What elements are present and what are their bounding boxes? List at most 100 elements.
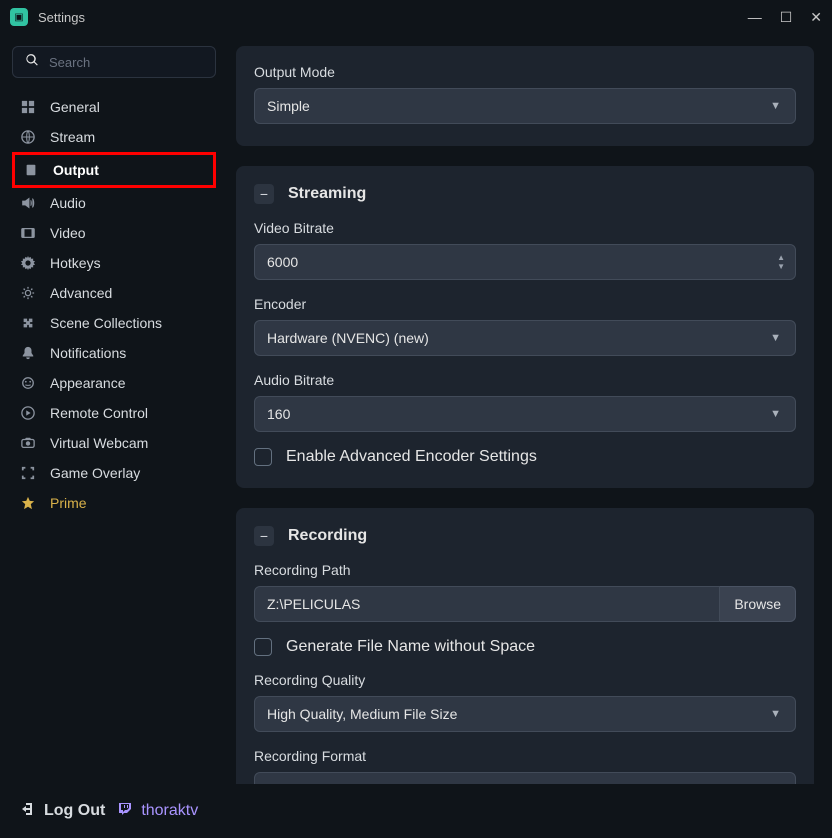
titlebar: ▣ Settings — ☐ ✕	[0, 0, 832, 34]
video-bitrate-value: 6000	[267, 254, 298, 270]
logout-label: Log Out	[44, 802, 105, 820]
browse-button[interactable]: Browse	[720, 586, 796, 622]
titlebar-left: ▣ Settings	[10, 8, 85, 26]
sidebar-item-label: Prime	[50, 495, 87, 511]
sidebar-item-label: Output	[53, 162, 99, 178]
recording-quality-select[interactable]: High Quality, Medium File Size ▼	[254, 696, 796, 732]
sidebar-item-label: Game Overlay	[50, 465, 140, 481]
recording-path-label: Recording Path	[254, 562, 796, 578]
search-icon	[25, 53, 39, 72]
camera-icon	[20, 436, 36, 450]
volume-icon	[20, 196, 36, 210]
output-mode-select[interactable]: Simple ▼	[254, 88, 796, 124]
sidebar-footer: Log Out thoraktv	[0, 784, 832, 838]
logout-icon	[20, 801, 36, 822]
sidebar-item-label: Video	[50, 225, 86, 241]
recording-format-label: Recording Format	[254, 748, 796, 764]
output-icon	[23, 163, 39, 177]
panel-title-recording: Recording	[288, 527, 367, 545]
star-icon	[20, 496, 36, 510]
panel-output-mode: Output Mode Simple ▼	[236, 46, 814, 146]
sidebar-item-audio[interactable]: Audio	[12, 188, 216, 218]
bell-icon	[20, 346, 36, 360]
advanced-encoder-checkbox[interactable]	[254, 448, 272, 466]
number-spinner[interactable]: ▲▼	[777, 254, 785, 271]
panel-recording: − Recording Recording Path Z:\PELICULAS …	[236, 508, 814, 784]
twitch-icon	[117, 801, 133, 822]
chevron-down-icon: ▼	[770, 332, 781, 344]
chevron-down-icon: ▼	[770, 708, 781, 720]
user-button[interactable]: thoraktv	[117, 801, 198, 822]
audio-bitrate-label: Audio Bitrate	[254, 372, 796, 388]
filename-nospace-checkbox[interactable]	[254, 638, 272, 656]
search-input[interactable]	[49, 55, 225, 70]
gear-icon	[20, 256, 36, 270]
filename-nospace-label: Generate File Name without Space	[286, 638, 535, 656]
puzzle-icon	[20, 316, 36, 330]
sidebar-item-general[interactable]: General	[12, 92, 216, 122]
streaming-encoder-select[interactable]: Hardware (NVENC) (new) ▼	[254, 320, 796, 356]
play-circle-icon	[20, 406, 36, 420]
sidebar-item-advanced[interactable]: Advanced	[12, 278, 216, 308]
sidebar-item-label: Hotkeys	[50, 255, 101, 271]
window-controls: — ☐ ✕	[748, 9, 822, 26]
recording-path-input[interactable]: Z:\PELICULAS	[254, 586, 720, 622]
globe-icon	[20, 130, 36, 144]
search-box[interactable]	[12, 46, 216, 78]
sidebar-item-appearance[interactable]: Appearance	[12, 368, 216, 398]
streaming-encoder-value: Hardware (NVENC) (new)	[267, 330, 429, 346]
panel-title-streaming: Streaming	[288, 185, 366, 203]
minimize-icon[interactable]: —	[748, 9, 762, 26]
audio-bitrate-value: 160	[267, 406, 290, 422]
audio-bitrate-select[interactable]: 160 ▼	[254, 396, 796, 432]
output-mode-label: Output Mode	[254, 64, 796, 80]
sidebar-item-label: Stream	[50, 129, 95, 145]
chevron-down-icon: ▼	[770, 408, 781, 420]
close-icon[interactable]: ✕	[810, 9, 822, 26]
cog-icon	[20, 286, 36, 300]
sidebar-item-hotkeys[interactable]: Hotkeys	[12, 248, 216, 278]
sidebar-item-label: Virtual Webcam	[50, 435, 148, 451]
grid-icon	[20, 100, 36, 114]
sidebar-item-label: Notifications	[50, 345, 126, 361]
streaming-encoder-label: Encoder	[254, 296, 796, 312]
logout-button[interactable]: Log Out	[20, 801, 105, 822]
sidebar-item-remote-control[interactable]: Remote Control	[12, 398, 216, 428]
video-bitrate-input[interactable]: 6000 ▲▼	[254, 244, 796, 280]
collapse-button[interactable]: −	[254, 526, 274, 546]
output-mode-value: Simple	[267, 98, 310, 114]
content-area: Output Mode Simple ▼ − Streaming Video B…	[228, 34, 832, 784]
sidebar-item-virtual-webcam[interactable]: Virtual Webcam	[12, 428, 216, 458]
window-title: Settings	[38, 10, 85, 25]
sidebar-item-stream[interactable]: Stream	[12, 122, 216, 152]
panel-streaming: − Streaming Video Bitrate 6000 ▲▼ Encode…	[236, 166, 814, 488]
sidebar: General Stream Output Audio Video Hotkey…	[0, 34, 228, 838]
app-icon: ▣	[10, 8, 28, 26]
collapse-button[interactable]: −	[254, 184, 274, 204]
recording-format-select[interactable]: mp4 ▼	[254, 772, 796, 784]
sidebar-item-prime[interactable]: Prime	[12, 488, 216, 518]
nav-list: General Stream Output Audio Video Hotkey…	[12, 92, 216, 838]
sidebar-item-label: Remote Control	[50, 405, 148, 421]
sidebar-item-label: Audio	[50, 195, 86, 211]
sidebar-item-label: Advanced	[50, 285, 112, 301]
face-icon	[20, 376, 36, 390]
sidebar-item-label: General	[50, 99, 100, 115]
advanced-encoder-label: Enable Advanced Encoder Settings	[286, 448, 537, 466]
sidebar-item-label: Scene Collections	[50, 315, 162, 331]
maximize-icon[interactable]: ☐	[780, 9, 793, 26]
chevron-down-icon: ▼	[770, 100, 781, 112]
sidebar-item-scene-collections[interactable]: Scene Collections	[12, 308, 216, 338]
sidebar-item-notifications[interactable]: Notifications	[12, 338, 216, 368]
sidebar-item-video[interactable]: Video	[12, 218, 216, 248]
username: thoraktv	[141, 802, 198, 820]
recording-path-value: Z:\PELICULAS	[267, 596, 360, 612]
sidebar-item-output[interactable]: Output	[12, 152, 216, 188]
recording-quality-value: High Quality, Medium File Size	[267, 706, 457, 722]
sidebar-item-label: Appearance	[50, 375, 126, 391]
expand-icon	[20, 466, 36, 480]
video-bitrate-label: Video Bitrate	[254, 220, 796, 236]
recording-quality-label: Recording Quality	[254, 672, 796, 688]
sidebar-item-game-overlay[interactable]: Game Overlay	[12, 458, 216, 488]
film-icon	[20, 226, 36, 240]
